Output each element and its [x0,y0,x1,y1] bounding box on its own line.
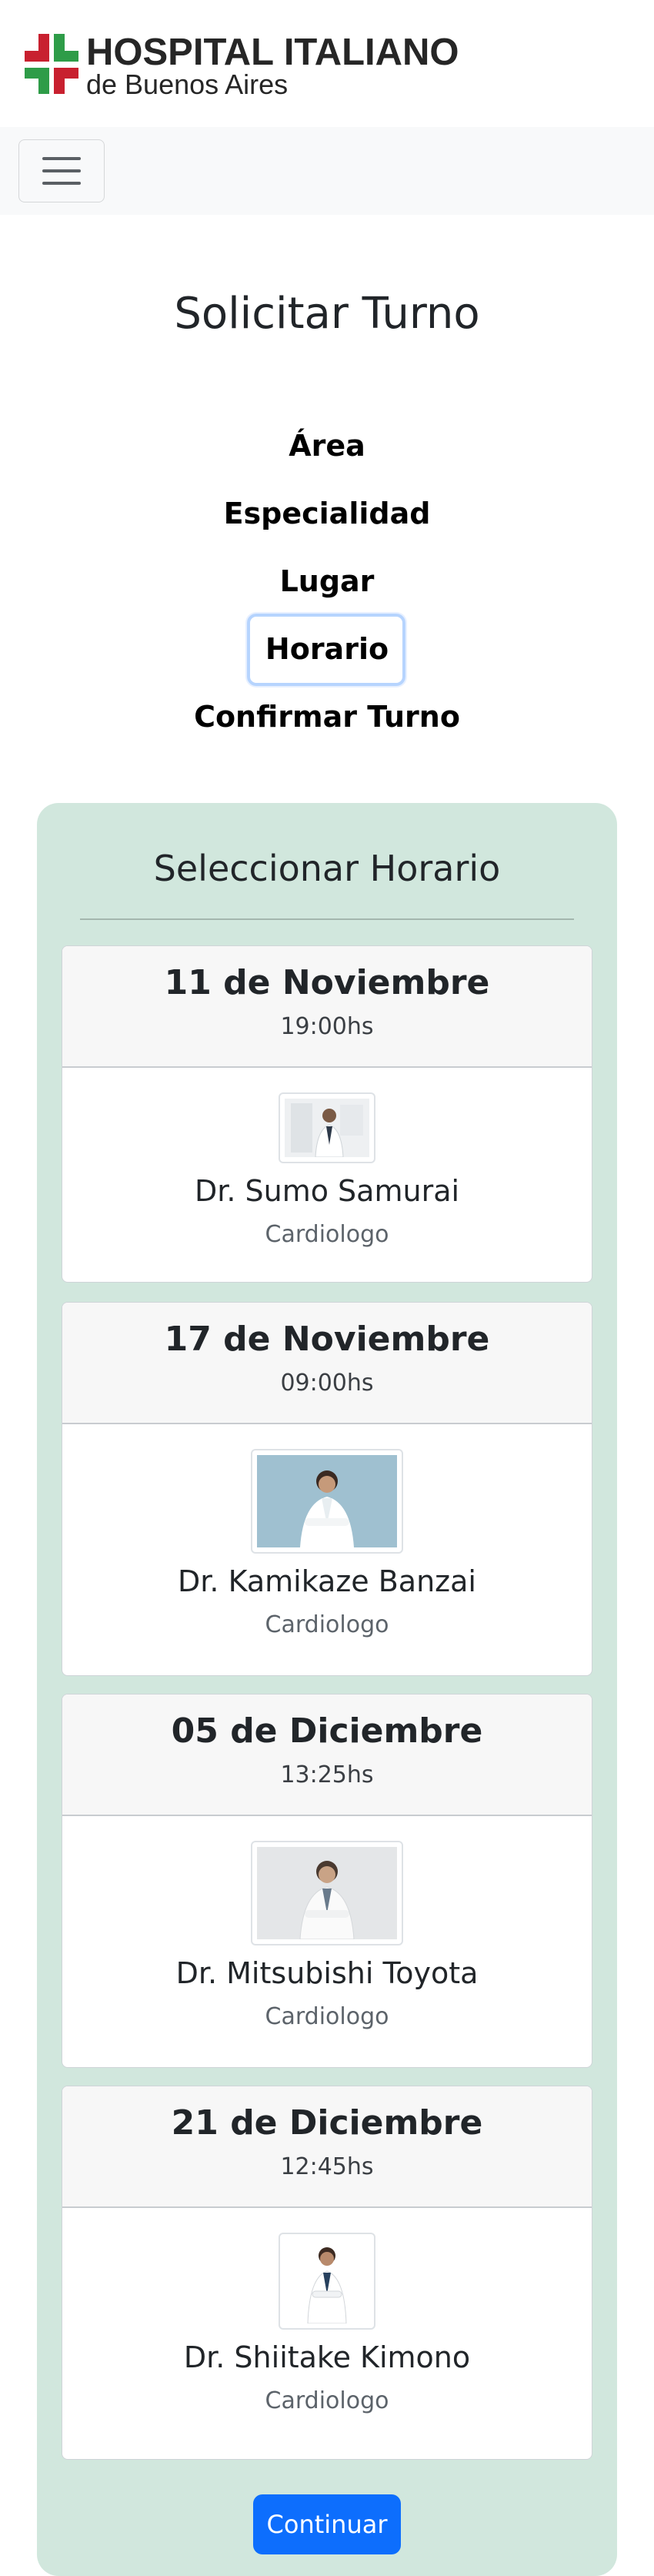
menu-toggle-button[interactable] [18,139,105,202]
doctor-specialty: Cardiologo [265,2003,389,2030]
doctor-name: Dr. Kamikaze Banzai [178,1564,476,1598]
doctor-specialty: Cardiologo [265,1221,389,1248]
site-header: HOSPITAL ITALIANO de Buenos Aires [0,0,654,127]
page-title: Solicitar Turno [174,289,480,339]
appointment-date: 05 de Diciembre [171,1711,483,1751]
doctor-name: Dr. Shiitake Kimono [183,2340,471,2374]
doctor-photo [279,1092,375,1163]
appointment-time: 13:25hs [280,1761,374,1788]
step-area[interactable]: Área [0,429,654,463]
navbar [0,127,654,215]
doctor-photo [251,1841,403,1945]
panel-title: Seleccionar Horario [153,848,501,889]
hamburger-icon-line [42,182,81,185]
doctor-name: Dr. Sumo Samurai [194,1174,460,1208]
step-lugar[interactable]: Lugar [0,564,654,598]
doctor-specialty: Cardiologo [265,1611,389,1638]
hamburger-icon-line [42,169,81,172]
appointment-body: Dr. Mitsubishi Toyota Cardiologo [62,1841,592,2032]
appointment-body: Dr. Shiitake Kimono Cardiologo [62,2233,592,2416]
logo-title: HOSPITAL ITALIANO [86,32,459,73]
step-confirmar-turno[interactable]: Confirmar Turno [0,700,654,734]
doctor-name: Dr. Mitsubishi Toyota [175,1956,479,1990]
appointment-date: 21 de Diciembre [171,2103,483,2143]
panel-divider [80,918,574,920]
appointment-header: 17 de Noviembre 09:00hs [62,1303,592,1424]
continue-button[interactable]: Continuar [253,2494,401,2554]
appointment-header: 11 de Noviembre 19:00hs [62,946,592,1068]
appointment-date: 11 de Noviembre [164,963,490,1002]
logo-subtitle: de Buenos Aires [86,69,289,100]
schedule-panel: Seleccionar Horario 11 de Noviembre 19:0… [37,803,617,2576]
appointment-body: Dr. Kamikaze Banzai Cardiologo [62,1449,592,1640]
appointment-date: 17 de Noviembre [164,1320,490,1359]
step-horario[interactable]: Horario [0,632,654,666]
appointment-time: 12:45hs [280,2153,374,2180]
hamburger-icon [42,157,81,160]
doctor-image [285,1099,369,1158]
hospital-logo[interactable]: HOSPITAL ITALIANO de Buenos Aires [25,34,459,99]
appointment-time: 19:00hs [280,1013,374,1040]
step-especialidad[interactable]: Especialidad [0,497,654,530]
doctor-image [285,2239,369,2324]
appointment-card[interactable]: 21 de Diciembre 12:45hs Dr. Shiitake Kim… [62,2086,592,2460]
appointment-body: Dr. Sumo Samurai Cardiologo [62,1092,592,1250]
appointment-card[interactable]: 11 de Noviembre 19:00hs Dr. Sumo Samurai… [62,945,592,1283]
appointment-card[interactable]: 17 de Noviembre 09:00hs Dr. Kamikaze Ban… [62,1302,592,1676]
doctor-image [257,1847,397,1940]
appointment-card[interactable]: 05 de Diciembre 13:25hs Dr. Mitsubishi T… [62,1694,592,2068]
doctor-specialty: Cardiologo [265,2387,389,2414]
doctor-photo [251,1449,403,1554]
appointment-header: 05 de Diciembre 13:25hs [62,1694,592,1816]
appointment-time: 09:00hs [280,1370,374,1397]
doctor-photo [279,2233,375,2330]
appointment-header: 21 de Diciembre 12:45hs [62,2086,592,2208]
hospital-cross-icon [25,34,78,94]
doctor-image [257,1455,397,1547]
